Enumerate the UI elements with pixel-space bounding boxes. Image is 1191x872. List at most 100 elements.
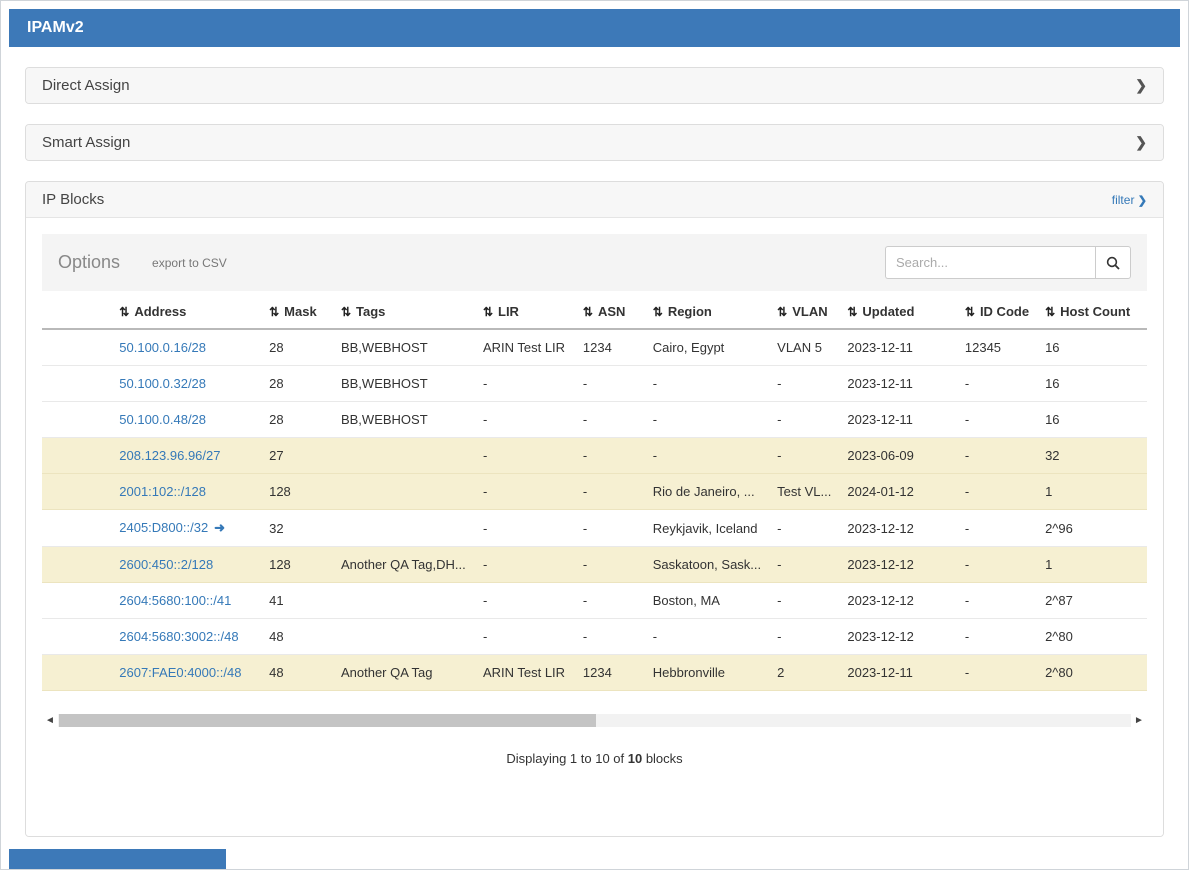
address-link[interactable]: 2604:5680:3002::/48 xyxy=(119,629,238,644)
lir-cell: - xyxy=(475,402,575,438)
address-link[interactable]: 2001:102::/128 xyxy=(119,484,206,499)
column-header-vlan[interactable]: ⇅VLAN xyxy=(769,295,839,329)
region-cell: Saskatoon, Sask... xyxy=(645,547,769,583)
address-link[interactable]: 50.100.0.16/28 xyxy=(119,340,206,355)
direct-assign-panel: Direct Assign ❯ xyxy=(25,67,1164,104)
column-label: Mask xyxy=(284,304,317,319)
table-row: 2607:FAE0:4000::/4848Another QA TagARIN … xyxy=(42,655,1147,691)
id-code-cell: - xyxy=(957,366,1037,402)
address-link[interactable]: 2607:FAE0:4000::/48 xyxy=(119,665,241,680)
address-cell: 50.100.0.32/28 xyxy=(111,366,261,402)
pagination-total: 10 xyxy=(628,751,642,766)
asn-cell: - xyxy=(575,510,645,547)
gutter-header xyxy=(42,295,111,329)
updated-cell: 2023-12-11 xyxy=(839,329,957,366)
footer-bar xyxy=(9,849,226,869)
scrollbar-thumb[interactable] xyxy=(59,714,596,727)
smart-assign-header[interactable]: Smart Assign ❯ xyxy=(26,125,1163,160)
options-bar: Options export to CSV xyxy=(42,234,1147,291)
table-header-row: ⇅Address⇅Mask⇅Tags⇅LIR⇅ASN⇅Region⇅VLAN⇅U… xyxy=(42,295,1147,329)
scroll-right-arrow-icon[interactable]: ► xyxy=(1131,715,1147,726)
asn-cell: - xyxy=(575,547,645,583)
address-cell: 2604:5680:100::/41 xyxy=(111,583,261,619)
updated-cell: 2023-12-12 xyxy=(839,583,957,619)
horizontal-scrollbar: ◄ ► xyxy=(42,713,1147,727)
id-code-cell: - xyxy=(957,583,1037,619)
mask-cell: 32 xyxy=(261,510,333,547)
host-count-cell: 2^80 xyxy=(1037,655,1147,691)
address-cell: 2607:FAE0:4000::/48 xyxy=(111,655,261,691)
lir-cell: ARIN Test LIR xyxy=(475,655,575,691)
export-csv-link[interactable]: export to CSV xyxy=(152,256,227,270)
table-row: 50.100.0.48/2828BB,WEBHOST----2023-12-11… xyxy=(42,402,1147,438)
mask-cell: 128 xyxy=(261,547,333,583)
row-gutter xyxy=(42,619,111,655)
assigned-arrow-icon: ➜ xyxy=(214,520,225,535)
ip-blocks-header: IP Blocks filter ❯ xyxy=(26,182,1163,218)
host-count-cell: 2^96 xyxy=(1037,510,1147,547)
address-link[interactable]: 2600:450::2/128 xyxy=(119,557,213,572)
updated-cell: 2023-12-12 xyxy=(839,547,957,583)
host-count-cell: 2^80 xyxy=(1037,619,1147,655)
tags-cell xyxy=(333,510,475,547)
table-row: 50.100.0.32/2828BB,WEBHOST----2023-12-11… xyxy=(42,366,1147,402)
filter-link[interactable]: filter ❯ xyxy=(1112,193,1147,207)
sort-icon: ⇅ xyxy=(583,305,593,319)
column-header-region[interactable]: ⇅Region xyxy=(645,295,769,329)
vlan-cell: - xyxy=(769,583,839,619)
ip-blocks-title: IP Blocks xyxy=(42,191,104,208)
scroll-left-arrow-icon[interactable]: ◄ xyxy=(42,715,58,726)
address-link[interactable]: 2405:D800::/32 xyxy=(119,520,208,535)
address-cell: 208.123.96.96/27 xyxy=(111,438,261,474)
scrollbar-track[interactable] xyxy=(58,714,1131,727)
updated-cell: 2023-12-11 xyxy=(839,402,957,438)
vlan-cell: - xyxy=(769,619,839,655)
row-gutter xyxy=(42,655,111,691)
id-code-cell: - xyxy=(957,402,1037,438)
search-input[interactable] xyxy=(885,246,1095,279)
ip-blocks-table: ⇅Address⇅Mask⇅Tags⇅LIR⇅ASN⇅Region⇅VLAN⇅U… xyxy=(42,295,1147,691)
mask-cell: 128 xyxy=(261,474,333,510)
address-link[interactable]: 208.123.96.96/27 xyxy=(119,448,220,463)
search-icon xyxy=(1106,256,1120,270)
region-cell: Hebbronville xyxy=(645,655,769,691)
row-gutter xyxy=(42,402,111,438)
direct-assign-header[interactable]: Direct Assign ❯ xyxy=(26,68,1163,103)
smart-assign-panel: Smart Assign ❯ xyxy=(25,124,1164,161)
host-count-cell: 16 xyxy=(1037,402,1147,438)
app-title: IPAMv2 xyxy=(27,19,84,37)
table-row: 2600:450::2/128128Another QA Tag,DH...--… xyxy=(42,547,1147,583)
column-header-id-code[interactable]: ⇅ID Code xyxy=(957,295,1037,329)
address-link[interactable]: 2604:5680:100::/41 xyxy=(119,593,231,608)
column-header-asn[interactable]: ⇅ ASN xyxy=(575,295,645,329)
address-cell: 2600:450::2/128 xyxy=(111,547,261,583)
column-header-tags[interactable]: ⇅Tags xyxy=(333,295,475,329)
host-count-cell: 1 xyxy=(1037,474,1147,510)
sort-icon: ⇅ xyxy=(965,305,975,319)
host-count-cell: 16 xyxy=(1037,366,1147,402)
column-header-address[interactable]: ⇅Address xyxy=(111,295,261,329)
tags-cell xyxy=(333,583,475,619)
tags-cell xyxy=(333,619,475,655)
tags-cell: BB,WEBHOST xyxy=(333,402,475,438)
address-link[interactable]: 50.100.0.32/28 xyxy=(119,376,206,391)
column-label: Tags xyxy=(356,304,385,319)
host-count-cell: 32 xyxy=(1037,438,1147,474)
column-label: VLAN xyxy=(792,304,827,319)
column-label: ASN xyxy=(598,304,625,319)
host-count-cell: 16 xyxy=(1037,329,1147,366)
id-code-cell: - xyxy=(957,619,1037,655)
mask-cell: 48 xyxy=(261,619,333,655)
tags-cell xyxy=(333,438,475,474)
column-header-lir[interactable]: ⇅LIR xyxy=(475,295,575,329)
asn-cell: - xyxy=(575,438,645,474)
column-header-mask[interactable]: ⇅Mask xyxy=(261,295,333,329)
search-button[interactable] xyxy=(1095,246,1131,279)
host-count-cell: 1 xyxy=(1037,547,1147,583)
ip-blocks-body: Options export to CSV ⇅Addr xyxy=(26,218,1163,836)
column-header-host-count[interactable]: ⇅Host Count xyxy=(1037,295,1147,329)
address-link[interactable]: 50.100.0.48/28 xyxy=(119,412,206,427)
options-menu[interactable]: Options xyxy=(58,252,120,273)
chevron-right-icon: ❯ xyxy=(1135,134,1147,151)
column-header-updated[interactable]: ⇅Updated xyxy=(839,295,957,329)
